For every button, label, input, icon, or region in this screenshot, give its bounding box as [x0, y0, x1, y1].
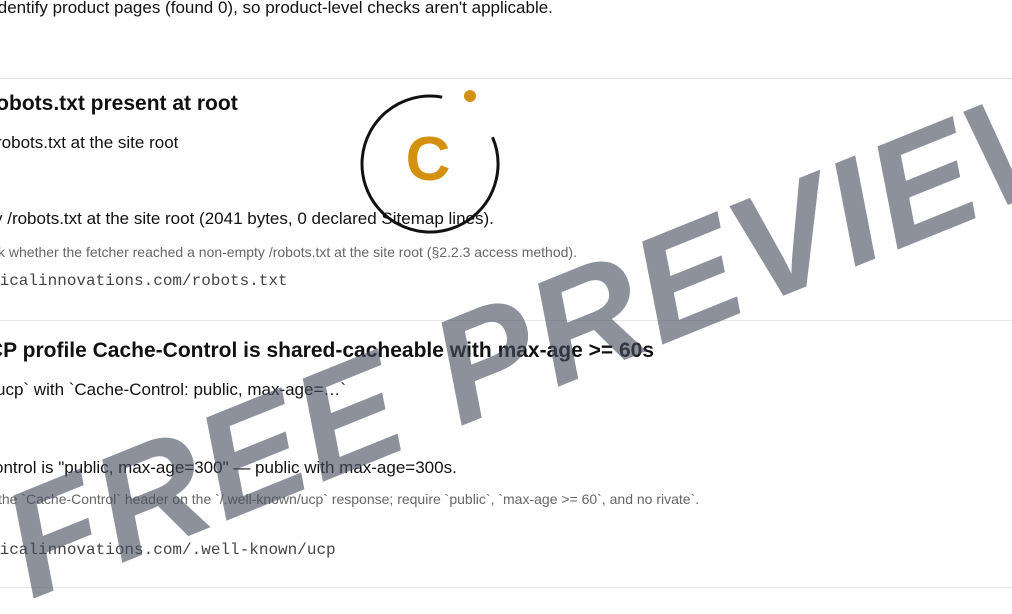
brand-logo-icon: C	[360, 90, 500, 234]
check-url[interactable]: ticalinnovations.com/.well-known/ucp	[0, 541, 336, 559]
check-title: robots.txt present at root	[0, 92, 238, 115]
check-subtitle: ucp` with `Cache-Control: public, max-ag…	[0, 380, 347, 399]
divider	[0, 78, 1012, 79]
check-subtitle: robots.txt at the site root	[0, 133, 179, 152]
intro-text: identify product pages (found 0), so pro…	[0, 0, 553, 17]
divider	[0, 320, 1012, 321]
logo-letter: C	[406, 125, 451, 194]
check-url[interactable]: ticalinnovations.com/robots.txt	[0, 272, 288, 290]
check-method: the `Cache-Control` header on the `/.wel…	[0, 491, 700, 507]
check-title: CP profile Cache-Control is shared-cache…	[0, 339, 655, 362]
divider	[0, 587, 1012, 588]
logo-dot	[464, 90, 476, 102]
check-result: ontrol is "public, max-age=300" — public…	[0, 458, 457, 477]
